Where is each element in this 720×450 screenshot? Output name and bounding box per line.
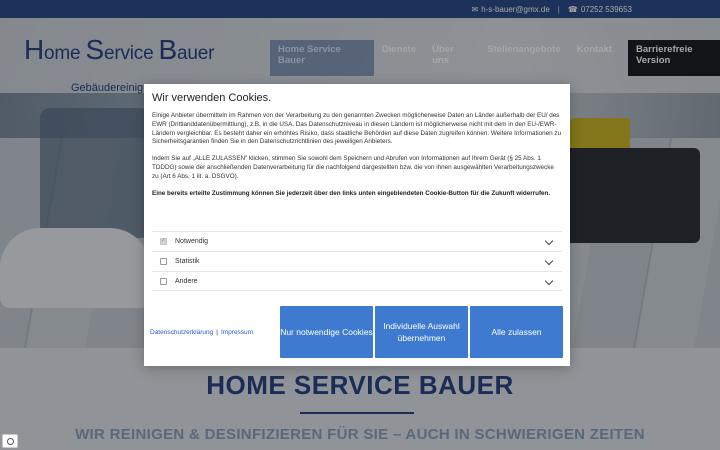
cookie-settings-button[interactable] — [2, 434, 18, 448]
chevron-down-icon[interactable] — [544, 236, 554, 246]
chevron-down-icon[interactable] — [544, 276, 554, 286]
cookie-icon — [6, 437, 14, 445]
link-divider: | — [216, 329, 218, 336]
cookie-option-notwendig[interactable]: Notwendig — [152, 231, 562, 251]
checkbox-notwendig[interactable] — [160, 237, 167, 245]
cookie-dialog-footer: Datenschutzerklärung | Impressum Nur notwe… — [144, 306, 570, 366]
chevron-down-icon[interactable] — [544, 256, 554, 266]
allow-all-button[interactable]: Alle zulassen — [470, 306, 563, 358]
option-label: Notwendig — [175, 238, 209, 245]
option-label: Andere — [175, 277, 198, 285]
imprint-link[interactable]: Impressum — [221, 329, 253, 336]
cookie-text-revoke: Eine bereits erteilte Zustimmung können … — [152, 189, 551, 197]
individual-selection-button[interactable]: Individuelle Auswahl übernehmen — [375, 306, 468, 358]
cookie-text-consent: Indem Sie auf „ALLE ZULASSEN“ klicken, s… — [152, 155, 554, 180]
cookie-text-transfer: Einige Anbieter übermitteln im Rahmen vo… — [152, 112, 562, 146]
privacy-policy-link[interactable]: Datenschutzerklärung — [150, 329, 213, 336]
checkbox-statistik[interactable] — [160, 258, 167, 265]
option-label: Statistik — [175, 258, 200, 265]
cookie-dialog-title: Wir verwenden Cookies. — [152, 92, 272, 104]
checkbox-andere[interactable] — [160, 277, 167, 285]
cookie-options-list: Notwendig Statistik Andere — [152, 231, 562, 291]
cookie-links: Datenschutzerklärung | Impressum — [150, 329, 253, 336]
cookie-option-andere[interactable]: Andere — [152, 271, 562, 291]
necessary-cookies-button[interactable]: Nur notwendige Cookies — [280, 306, 373, 358]
cookie-option-statistik[interactable]: Statistik — [152, 251, 562, 271]
cookie-consent-dialog: Wir verwenden Cookies. Einige Anbieter ü… — [144, 84, 570, 366]
